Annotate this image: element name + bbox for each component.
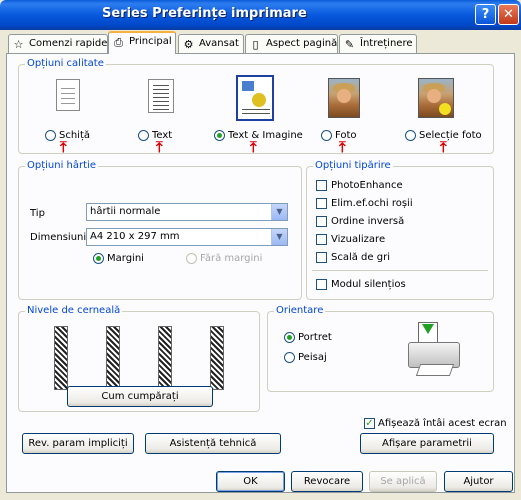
wrench-icon: ✎ — [344, 38, 355, 51]
quality-options-legend: Opțiuni calitate — [25, 58, 106, 69]
help-dialog-button[interactable]: Ajutor — [444, 471, 513, 492]
ink-levels-legend: Nivele de cerneală — [25, 305, 123, 316]
paper-type-select[interactable]: hârtii normale ▼ — [86, 203, 288, 221]
show-settings-button[interactable]: Afișare parametrii — [360, 433, 494, 454]
quality-radio-text-image[interactable] — [214, 130, 225, 141]
annotation-arrow-icon: ⤒ — [60, 138, 67, 156]
show-first-checkbox[interactable]: ✓ — [364, 418, 375, 429]
best-photo-icon — [418, 78, 454, 118]
quality-radio-best-photo[interactable] — [405, 130, 416, 141]
ink-level-bar — [54, 326, 68, 390]
quality-radio-text[interactable] — [138, 130, 149, 141]
portrait-label: Portret — [298, 332, 332, 343]
ink-level-bar — [106, 326, 120, 390]
landscape-label: Peisaj — [298, 352, 327, 363]
quality-label-text-image: Text & Imagine — [228, 130, 303, 141]
show-first-label: Afișează întâi acest ecran — [378, 418, 507, 429]
paper-options-legend: Opțiuni hârtie — [25, 160, 98, 171]
ok-button[interactable]: OK — [216, 471, 285, 492]
text-document-icon — [148, 79, 174, 113]
reverse-order-label: Ordine inversă — [331, 216, 405, 227]
close-button[interactable]: ✕ — [498, 4, 519, 25]
paper-size-select[interactable]: A4 210 x 297 mm ▼ — [86, 228, 288, 246]
reverse-order-checkbox[interactable] — [316, 216, 327, 227]
quality-radio-draft[interactable] — [45, 130, 56, 141]
tab-label: Întreținere — [360, 38, 413, 49]
annotation-arrow-icon: ⤒ — [250, 138, 257, 156]
ink-level-bar — [158, 326, 172, 390]
technical-support-button[interactable]: Asistență tehnică — [145, 433, 281, 454]
tab-aspect-pagina[interactable]: ▯ Aspect pagină — [245, 34, 338, 53]
photo-icon — [328, 78, 360, 118]
photoenhance-checkbox[interactable] — [316, 180, 327, 191]
paper-size-label: Dimensiuni — [30, 232, 87, 243]
portrait-radio[interactable] — [284, 332, 295, 343]
gear-icon: ⚙ — [183, 38, 194, 51]
quality-radio-photo[interactable] — [321, 130, 332, 141]
silent-mode-label: Modul silențios — [331, 279, 406, 290]
title-bar: Series Preferințe imprimare ? ✕ — [0, 0, 521, 30]
chevron-down-icon: ▼ — [271, 204, 287, 220]
window-title: Series Preferințe imprimare — [102, 6, 307, 21]
reset-defaults-button[interactable]: Rev. param impliciți — [22, 433, 134, 454]
tab-label: Principal — [129, 36, 172, 47]
annotation-arrow-icon: ⤒ — [156, 138, 163, 156]
printer-icon: ⎙ — [114, 36, 123, 49]
quality-label-best-photo: Selecție foto — [419, 130, 482, 141]
red-eye-checkbox[interactable] — [316, 198, 327, 209]
grayscale-label: Scală de gri — [331, 252, 390, 263]
tab-label: Comenzi rapide — [29, 38, 108, 49]
paper-type-value: hârtii normale — [90, 206, 161, 217]
silent-mode-checkbox[interactable] — [316, 279, 327, 290]
preview-label: Vizualizare — [331, 234, 386, 245]
orientation-legend: Orientare — [274, 305, 326, 316]
annotation-arrow-icon: ⤒ — [440, 138, 447, 156]
text-image-document-icon — [236, 75, 274, 121]
tab-principal[interactable]: ⎙ Principal — [108, 31, 176, 54]
ink-level-bar — [210, 326, 224, 390]
chevron-down-icon: ▼ — [271, 229, 287, 245]
tab-comenzi-rapide[interactable]: ☆ Comenzi rapide — [8, 34, 108, 53]
printer-orientation-icon — [404, 320, 468, 378]
no-margins-radio — [186, 253, 197, 264]
print-options-legend: Opțiuni tipărire — [313, 160, 393, 171]
divider — [312, 270, 488, 271]
cancel-button[interactable]: Revocare — [291, 471, 363, 492]
tab-label: Aspect pagină — [266, 38, 338, 49]
no-margins-label: Fără margini — [200, 253, 263, 264]
preview-checkbox[interactable] — [316, 234, 327, 245]
margins-radio[interactable] — [93, 253, 104, 264]
buy-ink-button[interactable]: Cum cumpărați — [67, 386, 213, 407]
star-icon: ☆ — [13, 38, 24, 51]
tab-label: Avansat — [199, 38, 239, 49]
tab-intretinere[interactable]: ✎ Întreținere — [339, 34, 417, 53]
tab-avansat[interactable]: ⚙ Avansat — [178, 34, 244, 53]
photoenhance-label: PhotoEnhance — [331, 180, 403, 191]
help-button[interactable]: ? — [475, 4, 496, 25]
page-icon: ▯ — [252, 38, 259, 51]
paper-size-value: A4 210 x 297 mm — [90, 231, 180, 242]
landscape-radio[interactable] — [284, 352, 295, 363]
red-eye-label: Elim.ef.ochi roșii — [331, 198, 413, 209]
margins-label: Margini — [107, 253, 144, 264]
annotation-arrow-icon: ⤒ — [339, 138, 346, 156]
apply-button: Se aplică — [369, 471, 437, 492]
draft-document-icon — [56, 79, 80, 111]
grayscale-checkbox[interactable] — [316, 252, 327, 263]
paper-type-label: Tip — [30, 208, 45, 219]
